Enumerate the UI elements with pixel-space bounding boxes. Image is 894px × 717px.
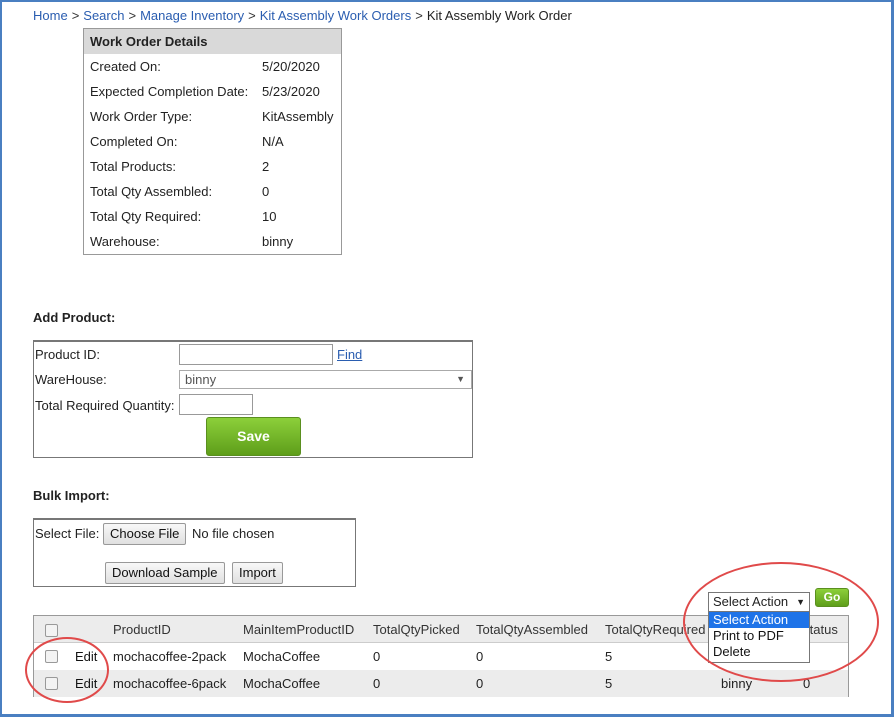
add-product-form: Product ID: Find WareHouse: binny ▼ Tota… (33, 340, 473, 458)
action-option-delete[interactable]: Delete (709, 644, 809, 660)
warehouse-label: WareHouse: (35, 372, 107, 387)
no-file-chosen-text: No file chosen (192, 526, 275, 541)
bulk-import-form: Select File: Choose File No file chosen … (33, 518, 356, 587)
cell-status: 0 (803, 676, 811, 691)
cell-qty-assembled: 0 (476, 676, 484, 691)
chevron-down-icon: ▼ (796, 597, 805, 607)
detail-value: 0 (262, 184, 270, 199)
detail-value: 10 (262, 209, 277, 224)
detail-row-work-order-type: Work Order Type: KitAssembly (84, 104, 341, 129)
save-button[interactable]: Save (206, 417, 301, 456)
detail-value: 5/20/2020 (262, 59, 320, 74)
action-select-value: Select Action (713, 594, 789, 609)
detail-label: Total Products: (90, 159, 176, 174)
breadcrumb-separator: > (71, 8, 80, 23)
cell-main-item: MochaCoffee (243, 649, 321, 664)
column-header-product-id[interactable]: ProductID (113, 616, 171, 643)
detail-row-completed-on: Completed On: N/A (84, 129, 341, 154)
edit-link[interactable]: Edit (75, 643, 97, 670)
cell-qty-required: 5 (605, 676, 613, 691)
breadcrumb-home[interactable]: Home (33, 8, 68, 23)
detail-label: Warehouse: (90, 234, 160, 249)
detail-value: 5/23/2020 (262, 84, 320, 99)
product-id-input[interactable] (179, 344, 333, 365)
go-button[interactable]: Go (815, 588, 849, 607)
detail-label: Expected Completion Date: (90, 84, 249, 99)
table-row: Edit mochacoffee-6pack MochaCoffee 0 0 5… (34, 670, 848, 697)
detail-row-warehouse: Warehouse: binny (84, 229, 341, 254)
cell-product-id: mochacoffee-2pack (113, 649, 227, 664)
action-select[interactable]: Select Action ▼ (708, 592, 810, 612)
edit-link[interactable]: Edit (75, 670, 97, 697)
breadcrumb-separator: > (128, 8, 137, 23)
work-order-details-title: Work Order Details (84, 29, 341, 54)
cell-qty-assembled: 0 (476, 649, 484, 664)
breadcrumb-kit-assembly-work-orders[interactable]: Kit Assembly Work Orders (260, 8, 411, 23)
select-file-label: Select File: (35, 526, 100, 541)
cell-warehouse: binny (721, 676, 753, 691)
action-dropdown-list: Select Action Print to PDF Delete (708, 611, 810, 663)
cell-product-id: mochacoffee-6pack (113, 676, 227, 691)
cell-qty-required: 5 (605, 649, 613, 664)
breadcrumb-manage-inventory[interactable]: Manage Inventory (140, 8, 244, 23)
detail-value: 2 (262, 159, 270, 174)
select-all-checkbox[interactable] (45, 624, 58, 637)
detail-label: Work Order Type: (90, 109, 193, 124)
warehouse-select-value: binny (185, 372, 217, 387)
qty-input[interactable] (179, 394, 253, 415)
add-product-title: Add Product: (33, 310, 116, 325)
detail-value: binny (262, 234, 294, 249)
column-header-total-qty-assembled[interactable]: TotalQtyAssembled (476, 616, 588, 643)
cell-qty-picked: 0 (373, 649, 381, 664)
warehouse-select[interactable]: binny ▼ (179, 370, 472, 389)
cell-main-item: MochaCoffee (243, 676, 321, 691)
qty-label: Total Required Quantity: (35, 398, 175, 413)
work-order-details-panel: Work Order Details Created On: 5/20/2020 … (83, 28, 342, 255)
detail-row-created-on: Created On: 5/20/2020 (84, 54, 341, 79)
choose-file-button[interactable]: Choose File (103, 523, 187, 545)
action-option-print-to-pdf[interactable]: Print to PDF (709, 628, 809, 644)
row-checkbox[interactable] (45, 677, 58, 690)
detail-label: Total Qty Assembled: (90, 184, 213, 199)
column-header-total-qty-picked[interactable]: TotalQtyPicked (373, 616, 460, 643)
detail-value: N/A (262, 134, 284, 149)
breadcrumb: Home > Search > Manage Inventory > Kit Assembl… (33, 8, 572, 23)
breadcrumb-separator: > (248, 8, 256, 23)
row-checkbox[interactable] (45, 650, 58, 663)
detail-row-total-products: Total Products: 2 (84, 154, 341, 179)
detail-label: Total Qty Required: (90, 209, 202, 224)
product-id-label: Product ID: (35, 347, 101, 362)
import-button[interactable]: Import (232, 562, 283, 584)
column-header-main-item-product-id[interactable]: MainItemProductID (243, 616, 354, 643)
breadcrumb-current: Kit Assembly Work Order (426, 8, 572, 23)
column-header-total-qty-required[interactable]: TotalQtyRequired (605, 616, 705, 643)
detail-label: Completed On: (90, 134, 178, 149)
detail-label: Created On: (90, 59, 161, 74)
breadcrumb-search[interactable]: Search (83, 8, 124, 23)
detail-value: KitAssembly (262, 109, 334, 124)
cell-qty-picked: 0 (373, 676, 381, 691)
detail-row-total-qty-assembled: Total Qty Assembled: 0 (84, 179, 341, 204)
breadcrumb-separator: > (415, 8, 423, 23)
detail-row-expected-completion: Expected Completion Date: 5/23/2020 (84, 79, 341, 104)
download-sample-button[interactable]: Download Sample (105, 562, 225, 584)
bulk-import-title: Bulk Import: (33, 488, 110, 503)
find-link[interactable]: Find (337, 347, 362, 362)
detail-row-total-qty-required: Total Qty Required: 10 (84, 204, 341, 229)
action-option-select-action[interactable]: Select Action (709, 612, 809, 628)
chevron-down-icon: ▼ (456, 374, 465, 384)
